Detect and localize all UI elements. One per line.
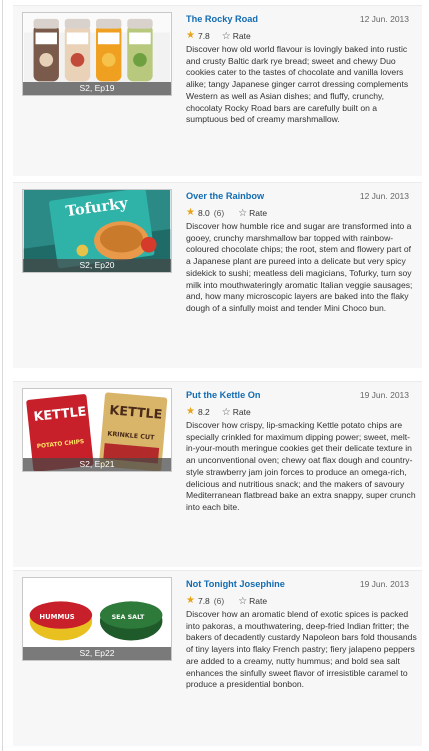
air-date: 19 Jun. 2013: [359, 579, 409, 589]
episode-description: Discover how crispy, lip-smacking Kettle…: [186, 420, 416, 512]
air-date: 12 Jun. 2013: [359, 14, 409, 24]
episode-title-link[interactable]: Not Tonight Josephine: [186, 579, 285, 589]
episode-title-link[interactable]: Put the Kettle On: [186, 390, 261, 400]
vote-count: (6): [213, 208, 225, 218]
episode-title-link[interactable]: Over the Rainbow: [186, 191, 264, 201]
thumb-product-text-right: SEA SALT: [112, 614, 145, 621]
episode-item: HUMMUS SEA SALT S2, Ep22 Not Tonight Jos…: [13, 570, 422, 746]
episode-number: S2, Ep20: [23, 259, 171, 272]
episode-title-link[interactable]: The Rocky Road: [186, 14, 258, 24]
star-outline-icon: ☆: [238, 595, 248, 607]
rate-label: Rate: [232, 31, 251, 41]
rating-value: 8.2: [197, 407, 210, 417]
air-date: 19 Jun. 2013: [359, 390, 409, 400]
star-icon: ★: [186, 30, 195, 41]
rate-button[interactable]: ☆ Rate: [238, 208, 267, 219]
episode-description: Discover how humble rice and sugar are t…: [186, 221, 413, 313]
episode-number: S2, Ep19: [23, 82, 171, 95]
vote-count: (6): [213, 596, 225, 606]
rating-row: ★ 7.8 (6) ☆ Rate: [186, 595, 267, 607]
episode-item: S2, Ep19 The Rocky Road 12 Jun. 2013 ★ 7…: [13, 5, 422, 176]
episode-thumbnail[interactable]: Tofurky S2, Ep20: [22, 189, 172, 273]
star-icon: ★: [186, 207, 195, 218]
episode-description: Discover how an aromatic blend of exotic…: [186, 609, 417, 690]
star-icon: ★: [186, 595, 195, 606]
air-date: 12 Jun. 2013: [359, 191, 409, 201]
rate-button[interactable]: ☆ Rate: [222, 407, 251, 418]
rate-button[interactable]: ☆ Rate: [222, 31, 251, 42]
episode-item: KETTLE POTATO CHIPS KETTLE KRINKLE CUT S…: [13, 381, 422, 567]
rating-value: 7.8: [197, 31, 210, 41]
episode-thumbnail[interactable]: S2, Ep19: [22, 12, 172, 96]
rate-button[interactable]: ☆ Rate: [238, 596, 267, 607]
episode-description: Discover how old world flavour is loving…: [186, 44, 409, 125]
page-left-border: [2, 0, 3, 751]
star-outline-icon: ☆: [221, 30, 231, 42]
rate-label: Rate: [249, 208, 268, 218]
episode-item: Tofurky S2, Ep20 Over the Rainbow 12 Jun…: [13, 182, 422, 368]
rating-row: ★ 7.8 ☆ Rate: [186, 30, 251, 42]
thumb-product-text-left: HUMMUS: [39, 613, 74, 621]
episode-number: S2, Ep22: [23, 647, 171, 660]
episode-thumbnail[interactable]: KETTLE POTATO CHIPS KETTLE KRINKLE CUT S…: [22, 388, 172, 472]
episode-number: S2, Ep21: [23, 458, 171, 471]
rate-label: Rate: [232, 407, 251, 417]
episode-thumbnail[interactable]: HUMMUS SEA SALT S2, Ep22: [22, 577, 172, 661]
rating-row: ★ 8.0 (6) ☆ Rate: [186, 207, 267, 219]
rating-value: 8.0: [197, 208, 210, 218]
star-outline-icon: ☆: [238, 207, 248, 219]
rate-label: Rate: [249, 596, 268, 606]
rating-row: ★ 8.2 ☆ Rate: [186, 406, 251, 418]
star-icon: ★: [186, 406, 195, 417]
rating-value: 7.8: [197, 596, 210, 606]
star-outline-icon: ☆: [221, 406, 231, 418]
